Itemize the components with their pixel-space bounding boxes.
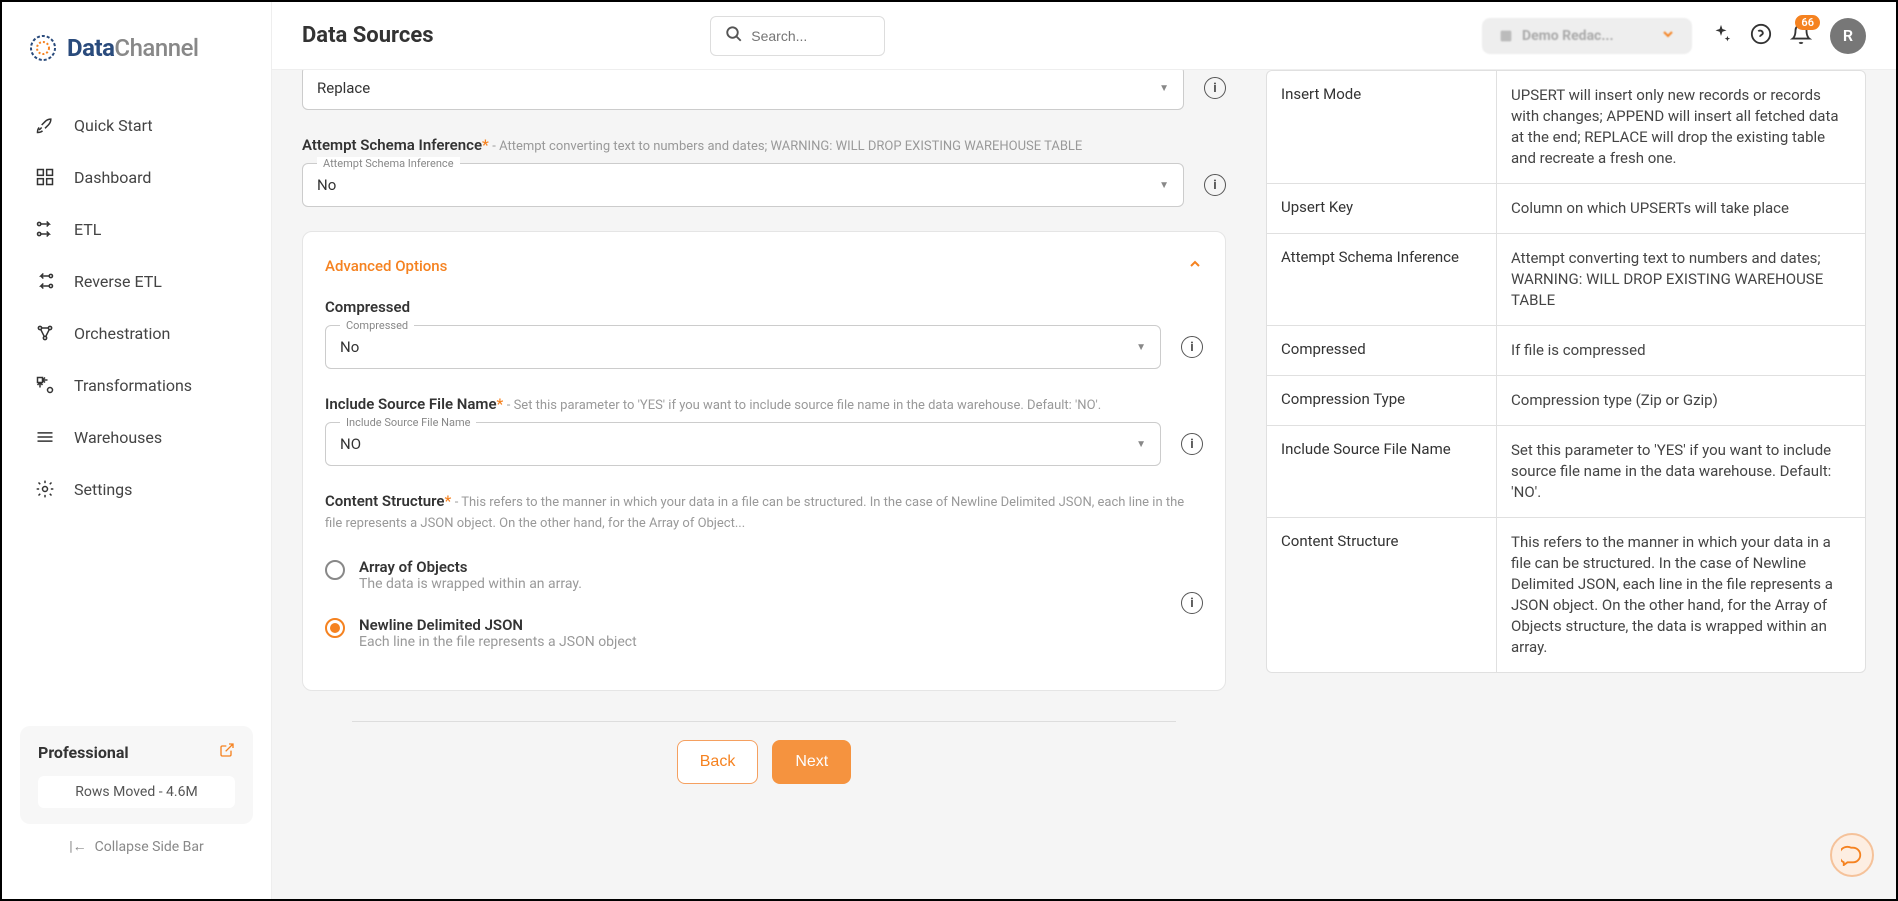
- search-box[interactable]: [710, 16, 885, 56]
- divider: [352, 721, 1176, 722]
- logo-icon: [27, 32, 59, 64]
- nav-warehouses[interactable]: Warehouses: [14, 411, 259, 463]
- nav-label: Dashboard: [74, 168, 151, 187]
- collapse-icon: |←: [69, 838, 86, 855]
- next-button[interactable]: Next: [772, 740, 851, 784]
- info-icon[interactable]: i: [1181, 433, 1203, 455]
- chat-widget-button[interactable]: [1830, 833, 1874, 877]
- field-hint: - Attempt converting text to numbers and…: [492, 139, 1082, 154]
- chevron-down-icon: [1660, 26, 1676, 46]
- logo-text: DataChannel: [67, 34, 199, 62]
- etl-icon: [34, 218, 56, 240]
- help-row: Upsert Key Column on which UPSERTs will …: [1267, 184, 1865, 234]
- advanced-options-toggle[interactable]: Advanced Options: [325, 256, 1203, 276]
- reverse-etl-icon: [34, 270, 56, 292]
- help-table: Insert Mode UPSERT will insert only new …: [1266, 70, 1866, 673]
- help-row: Compression Type Compression type (Zip o…: [1267, 376, 1865, 426]
- help-icon[interactable]: [1750, 23, 1772, 49]
- insert-mode-select[interactable]: Insert Mode Replace ▼: [302, 70, 1184, 110]
- compressed-select[interactable]: Compressed No ▼: [325, 325, 1161, 369]
- gear-icon: [34, 478, 56, 500]
- nav-label: Transformations: [74, 376, 192, 395]
- info-icon[interactable]: i: [1204, 77, 1226, 99]
- help-row: Compressed If file is compressed: [1267, 326, 1865, 376]
- logo[interactable]: DataChannel: [2, 22, 271, 89]
- chevron-up-icon: [1187, 256, 1203, 276]
- nav-settings[interactable]: Settings: [14, 463, 259, 515]
- notifications-button[interactable]: 66: [1790, 23, 1812, 49]
- workspace-selector[interactable]: Demo Redac...: [1482, 18, 1692, 54]
- warehouse-icon: [34, 426, 56, 448]
- include-source-file-select[interactable]: Include Source File Name NO ▼: [325, 422, 1161, 466]
- nav-label: Warehouses: [74, 428, 162, 447]
- sparkle-icon[interactable]: [1710, 23, 1732, 49]
- chat-icon: [1841, 844, 1863, 866]
- nav-label: ETL: [74, 220, 101, 239]
- radio-unchecked-icon: [325, 560, 345, 580]
- field-label: Attempt Schema Inference*: [302, 136, 489, 154]
- field-hint: - Set this parameter to 'YES' if you wan…: [507, 398, 1101, 413]
- nav-dashboard[interactable]: Dashboard: [14, 151, 259, 203]
- advanced-options-card: Advanced Options Compressed: [302, 231, 1226, 691]
- info-icon[interactable]: i: [1181, 592, 1203, 614]
- nav-etl[interactable]: ETL: [14, 203, 259, 255]
- transform-icon: [34, 374, 56, 396]
- caret-down-icon: ▼: [1159, 180, 1169, 191]
- search-input[interactable]: [751, 28, 870, 44]
- external-link-icon[interactable]: [219, 742, 235, 762]
- avatar[interactable]: R: [1830, 18, 1866, 54]
- page-title: Data Sources: [302, 23, 434, 48]
- field-label: Compressed: [325, 298, 410, 316]
- field-label: Content Structure*: [325, 492, 451, 510]
- topbar: Data Sources Demo Redac...: [272, 2, 1896, 70]
- radio-array-of-objects[interactable]: Array of Objects The data is wrapped wit…: [325, 550, 1161, 608]
- field-hint: - This refers to the manner in which you…: [325, 495, 1184, 531]
- radio-newline-delimited-json[interactable]: Newline Delimited JSON Each line in the …: [325, 608, 1161, 666]
- caret-down-icon: ▼: [1136, 439, 1146, 450]
- notification-badge: 66: [1795, 15, 1820, 30]
- help-row: Attempt Schema Inference Attempt convert…: [1267, 234, 1865, 326]
- info-icon[interactable]: i: [1204, 174, 1226, 196]
- caret-down-icon: ▼: [1136, 342, 1146, 353]
- nav-quick-start[interactable]: Quick Start: [14, 99, 259, 151]
- help-row: Content Structure This refers to the man…: [1267, 518, 1865, 672]
- plan-card: Professional Rows Moved - 4.6M: [20, 726, 253, 824]
- nav-orchestration[interactable]: Orchestration: [14, 307, 259, 359]
- nav-label: Settings: [74, 480, 132, 499]
- rocket-icon: [34, 114, 56, 136]
- nav-reverse-etl[interactable]: Reverse ETL: [14, 255, 259, 307]
- help-row: Include Source File Name Set this parame…: [1267, 426, 1865, 518]
- orchestration-icon: [34, 322, 56, 344]
- field-label: Include Source File Name*: [325, 395, 503, 413]
- help-column: Insert Mode UPSERT will insert only new …: [1266, 70, 1866, 879]
- radio-checked-icon: [325, 618, 345, 638]
- sidebar: DataChannel Quick Start Dashboard ETL: [2, 2, 272, 899]
- search-icon: [725, 25, 743, 47]
- schema-inference-select[interactable]: Attempt Schema Inference No ▼: [302, 163, 1184, 207]
- nav-transformations[interactable]: Transformations: [14, 359, 259, 411]
- back-button[interactable]: Back: [677, 740, 759, 784]
- caret-down-icon: ▼: [1159, 83, 1169, 94]
- help-row: Insert Mode UPSERT will insert only new …: [1267, 71, 1865, 184]
- nav-label: Orchestration: [74, 324, 170, 343]
- nav-label: Quick Start: [74, 116, 153, 135]
- nav: Quick Start Dashboard ETL Reverse ETL: [2, 89, 271, 716]
- form-column: Insert Mode Replace ▼ i Attempt Schema I…: [302, 70, 1226, 879]
- plan-title: Professional: [38, 743, 129, 762]
- nav-label: Reverse ETL: [74, 272, 162, 291]
- dashboard-icon: [34, 166, 56, 188]
- info-icon[interactable]: i: [1181, 336, 1203, 358]
- content-structure-radio-group: Array of Objects The data is wrapped wit…: [325, 550, 1161, 666]
- collapse-sidebar-button[interactable]: |← Collapse Side Bar: [20, 824, 253, 869]
- rows-moved-stat: Rows Moved - 4.6M: [38, 776, 235, 808]
